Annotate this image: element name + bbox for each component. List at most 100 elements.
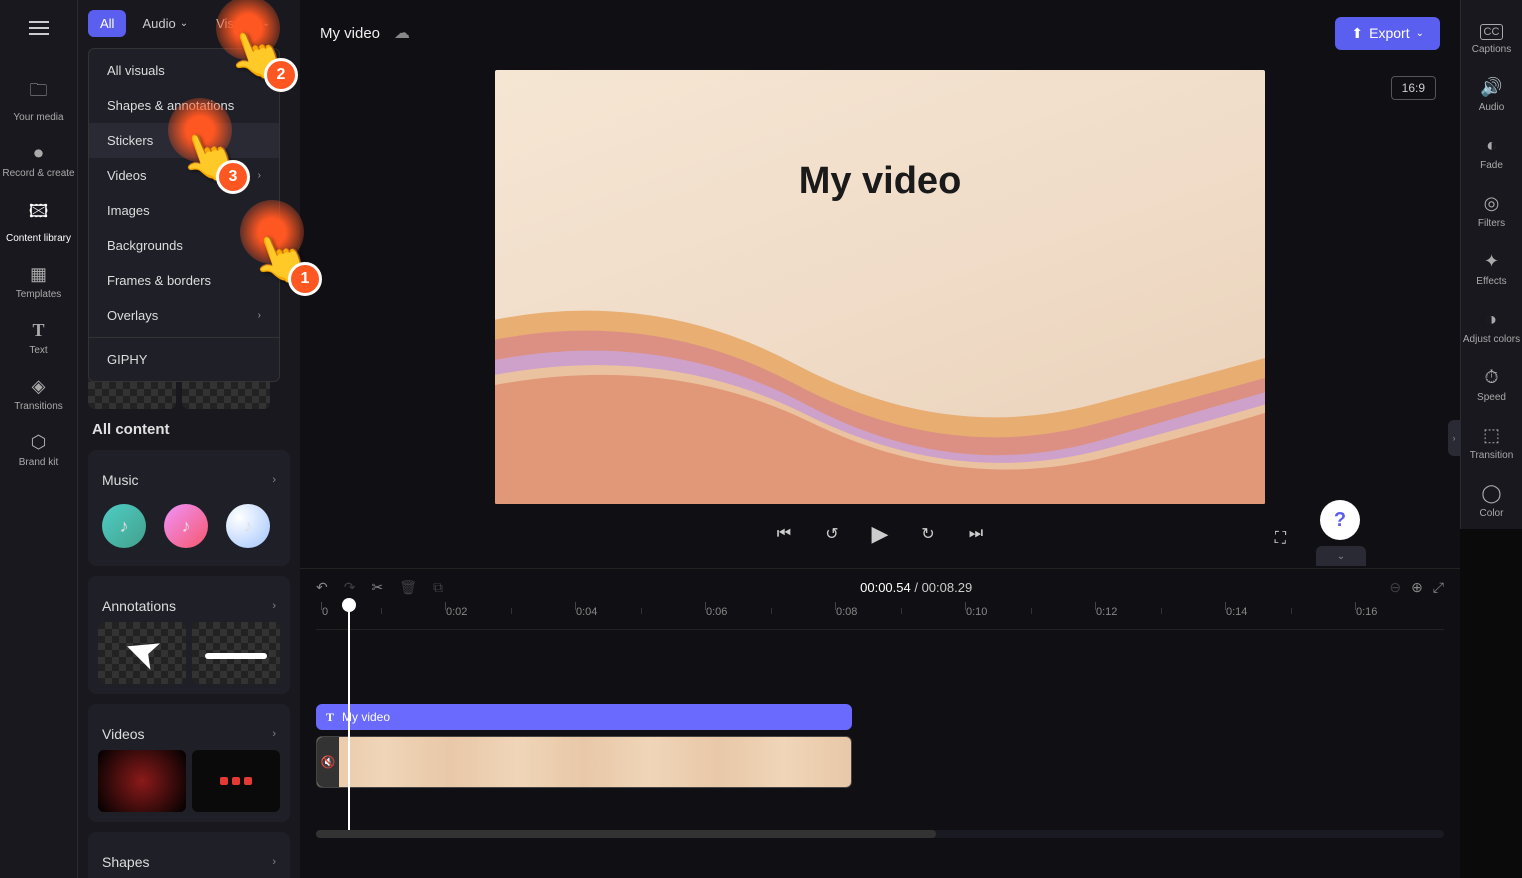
transition-icon: ⬚ bbox=[1483, 425, 1500, 446]
rr-transition[interactable]: ⬚Transition bbox=[1461, 415, 1522, 471]
rewind-button[interactable]: ↺ bbox=[820, 522, 844, 546]
undo-button[interactable]: ↶ bbox=[316, 579, 328, 596]
timeline-scrollbar[interactable] bbox=[316, 830, 1444, 838]
top-bar: My video ☁ ⬆Export⌄ bbox=[300, 0, 1460, 66]
sidebar-text[interactable]: TText bbox=[0, 310, 77, 366]
timeline-timecode: 00:00.54 / 00:08.29 bbox=[860, 580, 972, 595]
filters-icon: ◎ bbox=[1484, 193, 1500, 214]
skip-end-button[interactable]: ⏭ bbox=[964, 522, 988, 546]
annotation-thumb-line[interactable] bbox=[192, 622, 280, 684]
rr-fade[interactable]: ◐Fade bbox=[1461, 125, 1522, 181]
adjust-icon: ◑ bbox=[1486, 309, 1497, 330]
ruler-mark: 0 bbox=[322, 606, 328, 618]
timeline-ruler[interactable]: 0 0:02 0:04 0:06 0:08 0:10 0:12 0:14 0:1… bbox=[316, 606, 1444, 630]
tab-all[interactable]: All bbox=[88, 10, 126, 37]
fit-button[interactable]: ⤢ bbox=[1433, 579, 1444, 596]
visuals-dropdown: All visuals Shapes & annotations Sticker… bbox=[88, 48, 280, 382]
chevron-right-icon: › bbox=[258, 170, 261, 181]
camera-icon: ⏺ bbox=[34, 143, 43, 164]
menu-frames-borders[interactable]: Frames & borders bbox=[89, 263, 279, 298]
rr-effects[interactable]: ✦Effects bbox=[1461, 241, 1522, 297]
sidebar-transitions[interactable]: ◈Transitions bbox=[0, 366, 77, 422]
text-track-clip[interactable]: TMy video bbox=[316, 704, 852, 730]
menu-all-visuals[interactable]: All visuals bbox=[89, 53, 279, 88]
rr-speed[interactable]: ⏱Speed bbox=[1461, 357, 1522, 413]
chevron-right-icon: › bbox=[272, 856, 276, 868]
section-videos[interactable]: Videos› bbox=[98, 714, 280, 750]
menu-videos[interactable]: Videos› bbox=[89, 158, 279, 193]
rr-audio[interactable]: 🔊Audio bbox=[1461, 67, 1522, 123]
rr-captions[interactable]: CCCaptions bbox=[1461, 14, 1522, 65]
rr-color[interactable]: ◯Color bbox=[1461, 473, 1522, 529]
cloud-sync-icon[interactable]: ☁ bbox=[394, 23, 410, 43]
section-music[interactable]: Music› bbox=[98, 460, 280, 496]
ruler-mark: 0:12 bbox=[1096, 606, 1117, 618]
rr-adjust-colors[interactable]: ◑Adjust colors bbox=[1461, 299, 1522, 355]
ruler-mark: 0:06 bbox=[706, 606, 727, 618]
export-button[interactable]: ⬆Export⌄ bbox=[1335, 17, 1440, 50]
scrollbar-handle[interactable] bbox=[316, 830, 936, 838]
play-button[interactable]: ▶ bbox=[868, 522, 892, 546]
skip-start-button[interactable]: ⏮ bbox=[772, 522, 796, 546]
speaker-icon: 🔊 bbox=[1480, 77, 1502, 98]
playback-controls: ⏮ ↺ ▶ ↻ ⏭ bbox=[772, 504, 988, 564]
tab-visuals[interactable]: Visuals⌄ bbox=[204, 10, 282, 37]
sidebar-brand-kit[interactable]: ⬡Brand kit bbox=[0, 422, 77, 478]
cut-button[interactable]: ✂ bbox=[371, 579, 383, 596]
expand-preview-button[interactable]: ⌄ bbox=[1316, 546, 1366, 566]
sidebar-content-library[interactable]: 🖾Content library bbox=[0, 189, 77, 254]
menu-giphy[interactable]: GIPHY bbox=[89, 342, 279, 377]
chevron-right-icon: › bbox=[272, 728, 276, 740]
video-thumb[interactable] bbox=[192, 750, 280, 812]
ruler-mark: 0:14 bbox=[1226, 606, 1247, 618]
annotation-thumb-arrow[interactable]: ➤ bbox=[98, 622, 186, 684]
sidebar-your-media[interactable]: 🗀Your media bbox=[0, 68, 77, 133]
chevron-right-icon: › bbox=[272, 600, 276, 612]
speed-icon: ⏱ bbox=[1484, 367, 1498, 388]
color-icon: ◯ bbox=[1481, 483, 1501, 504]
video-thumb[interactable] bbox=[98, 750, 186, 812]
brand-kit-icon: ⬡ bbox=[31, 432, 47, 453]
delete-button[interactable]: 🗑 bbox=[399, 579, 417, 596]
duplicate-button[interactable]: ⧉ bbox=[433, 579, 443, 596]
rr-filters[interactable]: ◎Filters bbox=[1461, 183, 1522, 239]
menu-separator bbox=[89, 337, 279, 338]
menu-stickers[interactable]: Stickers bbox=[89, 123, 279, 158]
menu-shapes-annotations[interactable]: Shapes & annotations bbox=[89, 88, 279, 123]
playhead[interactable] bbox=[348, 606, 350, 830]
redo-button[interactable]: ↷ bbox=[344, 579, 356, 596]
sidebar-templates[interactable]: ▦Templates bbox=[0, 254, 77, 310]
menu-images[interactable]: Images bbox=[89, 193, 279, 228]
library-icon: 🖾 bbox=[29, 199, 49, 229]
fullscreen-button[interactable]: ⛶ bbox=[1275, 530, 1286, 548]
ruler-mark: 0:02 bbox=[446, 606, 467, 618]
music-thumb[interactable]: ♪ bbox=[226, 504, 270, 548]
menu-overlays[interactable]: Overlays› bbox=[89, 298, 279, 333]
video-canvas[interactable]: My video bbox=[495, 70, 1265, 504]
chevron-down-icon: ⌄ bbox=[1416, 28, 1424, 39]
mute-icon[interactable]: 🔇 bbox=[317, 737, 339, 787]
sidebar-record-create[interactable]: ⏺Record & create bbox=[0, 133, 77, 189]
music-thumb[interactable]: ♪ bbox=[164, 504, 208, 548]
chevron-right-icon: › bbox=[258, 310, 261, 321]
aspect-ratio-selector[interactable]: 16:9 bbox=[1391, 76, 1436, 100]
preview-area: My video ⏮ ↺ ▶ ↻ ⏭ ⛶ bbox=[300, 66, 1460, 568]
forward-button[interactable]: ↻ bbox=[916, 522, 940, 546]
menu-backgrounds[interactable]: Backgrounds bbox=[89, 228, 279, 263]
music-thumb[interactable]: ♪ bbox=[102, 504, 146, 548]
video-track-clip[interactable]: 🔇 bbox=[316, 736, 852, 788]
ruler-mark: 0:04 bbox=[576, 606, 597, 618]
tab-audio[interactable]: Audio⌄ bbox=[130, 10, 200, 37]
section-annotations[interactable]: Annotations› bbox=[98, 586, 280, 622]
zoom-out-button[interactable]: ⊖ bbox=[1389, 579, 1401, 596]
zoom-in-button[interactable]: ⊕ bbox=[1411, 579, 1423, 596]
project-title[interactable]: My video bbox=[320, 25, 380, 42]
collapse-right-panel-button[interactable]: › bbox=[1448, 420, 1460, 456]
timeline-tracks[interactable]: TMy video 🔇 bbox=[300, 630, 1460, 830]
chevron-right-icon: › bbox=[272, 474, 276, 486]
help-button[interactable]: ? bbox=[1320, 500, 1360, 540]
ruler-mark: 0:16 bbox=[1356, 606, 1377, 618]
ruler-mark: 0:08 bbox=[836, 606, 857, 618]
hamburger-menu[interactable] bbox=[19, 8, 59, 48]
section-shapes[interactable]: Shapes› bbox=[98, 842, 280, 878]
